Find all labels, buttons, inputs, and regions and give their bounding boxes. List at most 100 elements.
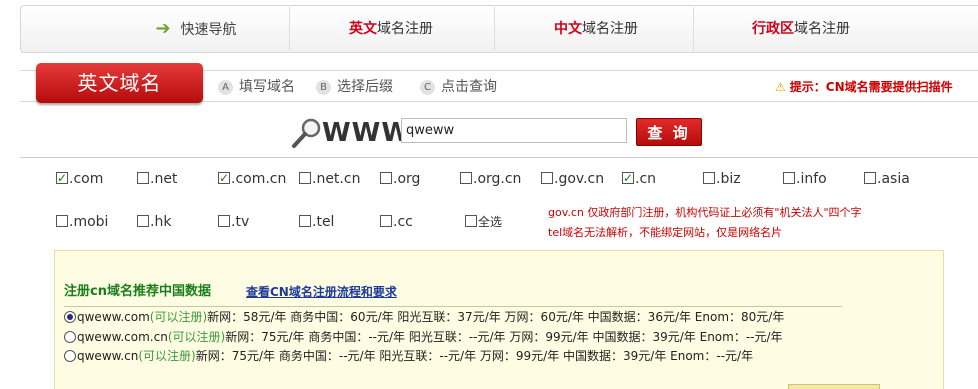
ext-checkbox-net[interactable]: .net: [137, 170, 177, 188]
domain-input[interactable]: [401, 118, 627, 143]
checkbox-icon[interactable]: [56, 215, 68, 227]
ext-checkbox-mobi[interactable]: .mobi: [56, 213, 108, 231]
result-status: (可以注册): [138, 349, 196, 363]
english-domain-tab[interactable]: 英文域名: [36, 63, 203, 103]
checkbox-icon[interactable]: [137, 172, 149, 184]
result-row: qweww.cn(可以注册)新网：75元/年 商务中国：--元/年 阳光互联：-…: [64, 347, 753, 365]
ext-label: .tv: [231, 214, 250, 230]
ext-checkbox-net-cn[interactable]: .net.cn: [299, 170, 360, 188]
checkbox-icon[interactable]: [622, 169, 634, 187]
ext-label: .tel: [312, 214, 335, 230]
step-b-label: 选择后缀: [337, 79, 393, 95]
www-prefix: WWW: [322, 118, 412, 148]
checkbox-icon[interactable]: [137, 215, 149, 227]
result-domain: qweww.cn: [77, 349, 139, 363]
nav-tab-admin-highlight: 行政区: [752, 21, 794, 37]
radio-button[interactable]: [64, 350, 76, 362]
cn-scan-tip: ⚠ 提示：CN域名需要提供扫描件: [775, 78, 953, 96]
search-button[interactable]: 查 询: [636, 118, 702, 146]
partial-button[interactable]: [788, 384, 880, 389]
result-prices: 新网：75元/年 商务中国：--元/年 阳光互联：--元/年 万网：99元/年 …: [225, 330, 783, 344]
ext-checkbox-org-cn[interactable]: .org.cn: [460, 170, 521, 188]
ext-checkbox-tel[interactable]: .tel: [299, 213, 334, 231]
checkbox-icon[interactable]: [465, 215, 477, 227]
step-b: B 选择后缀: [316, 77, 393, 97]
gov-cn-notice: gov.cn 仅政府部门注册，机构代码证上必须有"机关法人"四个字: [548, 206, 862, 219]
result-row: qweww.com(可以注册)新网：58元/年 商务中国：60元/年 阳光互联：…: [64, 308, 784, 326]
ext-checkbox-cn[interactable]: .cn: [622, 169, 657, 188]
ext-label: .com: [69, 171, 104, 187]
result-prices: 新网：75元/年 商务中国：--元/年 阳光互联：--元/年 万网：99元/年 …: [195, 349, 754, 363]
nav-tab-admin-rest: 域名注册: [794, 21, 850, 37]
ext-label: .mobi: [69, 214, 109, 230]
step-c-badge: C: [420, 79, 435, 95]
cn-process-link[interactable]: 查看CN域名注册流程和要求: [246, 284, 397, 300]
ext-label: .hk: [150, 214, 172, 230]
step-c: C 点击查询: [420, 77, 497, 97]
ext-checkbox-com-cn[interactable]: .com.cn: [218, 169, 287, 188]
ext-checkbox-hk[interactable]: .hk: [137, 213, 171, 231]
checkbox-icon[interactable]: [380, 172, 392, 184]
result-domain: qweww.com: [77, 310, 150, 324]
checkbox-icon[interactable]: [541, 172, 553, 184]
nav-tab-chinese-rest: 域名注册: [582, 21, 638, 37]
ext-checkbox-gov-cn[interactable]: .gov.cn: [541, 170, 604, 188]
checkbox-icon[interactable]: [218, 169, 230, 187]
ext-label: .info: [796, 171, 827, 187]
top-navigation: ➔ 快速导航 英文域名注册 中文域名注册 行政区域名注册: [20, 5, 978, 53]
result-status: (可以注册): [149, 310, 208, 324]
checkbox-icon[interactable]: [299, 172, 311, 184]
ext-label: .net: [150, 171, 178, 187]
checkbox-icon[interactable]: [299, 215, 311, 227]
nav-tab-english-domain[interactable]: 英文域名注册: [291, 6, 491, 52]
ext-label: .org: [393, 171, 421, 187]
result-status: (可以注册): [167, 330, 226, 344]
warning-icon: ⚠: [775, 80, 786, 94]
recommend-title: 注册cn域名推荐中国数据: [64, 284, 211, 299]
step-c-label: 点击查询: [441, 79, 497, 95]
tel-notice: tel域名无法解析，不能绑定网站，仅是网络名片: [548, 226, 783, 239]
checkbox-icon[interactable]: [56, 169, 68, 187]
ext-checkbox-info[interactable]: .info: [783, 170, 827, 188]
quick-nav-label: 快速导航: [180, 22, 237, 38]
result-prices: 新网：58元/年 商务中国：60元/年 阳光互联：37元/年 万网：60元/年 …: [207, 310, 785, 324]
checkbox-icon[interactable]: [864, 172, 876, 184]
nav-divider: [693, 7, 694, 51]
nav-tab-admin-domain[interactable]: 行政区域名注册: [701, 6, 901, 52]
result-domain: qweww.com.cn: [77, 330, 168, 344]
radio-button[interactable]: [64, 331, 76, 343]
ext-label: .com.cn: [231, 171, 287, 187]
ext-checkbox-asia[interactable]: .asia: [864, 170, 910, 188]
step-a-label: 填写域名: [239, 79, 295, 95]
ext-label: .org.cn: [473, 171, 522, 187]
ext-label: .biz: [716, 171, 741, 187]
select-all-checkbox[interactable]: 全选: [465, 213, 502, 231]
checkbox-icon[interactable]: [218, 215, 230, 227]
result-row: qweww.com.cn(可以注册)新网：75元/年 商务中国：--元/年 阳光…: [64, 328, 783, 346]
checkbox-icon[interactable]: [783, 172, 795, 184]
step-a: A 填写域名: [218, 77, 295, 97]
ext-checkbox-cc[interactable]: .cc: [380, 213, 413, 231]
ext-label: .cn: [635, 171, 657, 187]
step-b-badge: B: [316, 79, 331, 95]
checkbox-icon[interactable]: [380, 215, 392, 227]
ext-checkbox-biz[interactable]: .biz: [703, 170, 741, 188]
checkbox-icon[interactable]: [703, 172, 715, 184]
green-arrow-icon: ➔: [155, 18, 171, 39]
quick-nav[interactable]: ➔ 快速导航: [141, 6, 251, 52]
ext-checkbox-tv[interactable]: .tv: [218, 213, 249, 231]
checkbox-icon[interactable]: [460, 172, 472, 184]
ext-label: .gov.cn: [554, 171, 605, 187]
ext-checkbox-com[interactable]: .com: [56, 169, 104, 188]
select-all-label: 全选: [478, 215, 503, 229]
ext-label: .cc: [393, 214, 413, 230]
nav-tab-english-rest: 域名注册: [377, 21, 433, 37]
nav-tab-chinese-domain[interactable]: 中文域名注册: [496, 6, 696, 52]
tip-text: 提示：CN域名需要提供扫描件: [789, 80, 953, 94]
ext-label: .net.cn: [312, 171, 361, 187]
radio-button[interactable]: [64, 311, 76, 323]
nav-tab-chinese-highlight: 中文: [554, 21, 582, 37]
ext-checkbox-org[interactable]: .org: [380, 170, 420, 188]
nav-tab-english-highlight: 英文: [349, 21, 377, 37]
ext-label: .asia: [877, 171, 910, 187]
